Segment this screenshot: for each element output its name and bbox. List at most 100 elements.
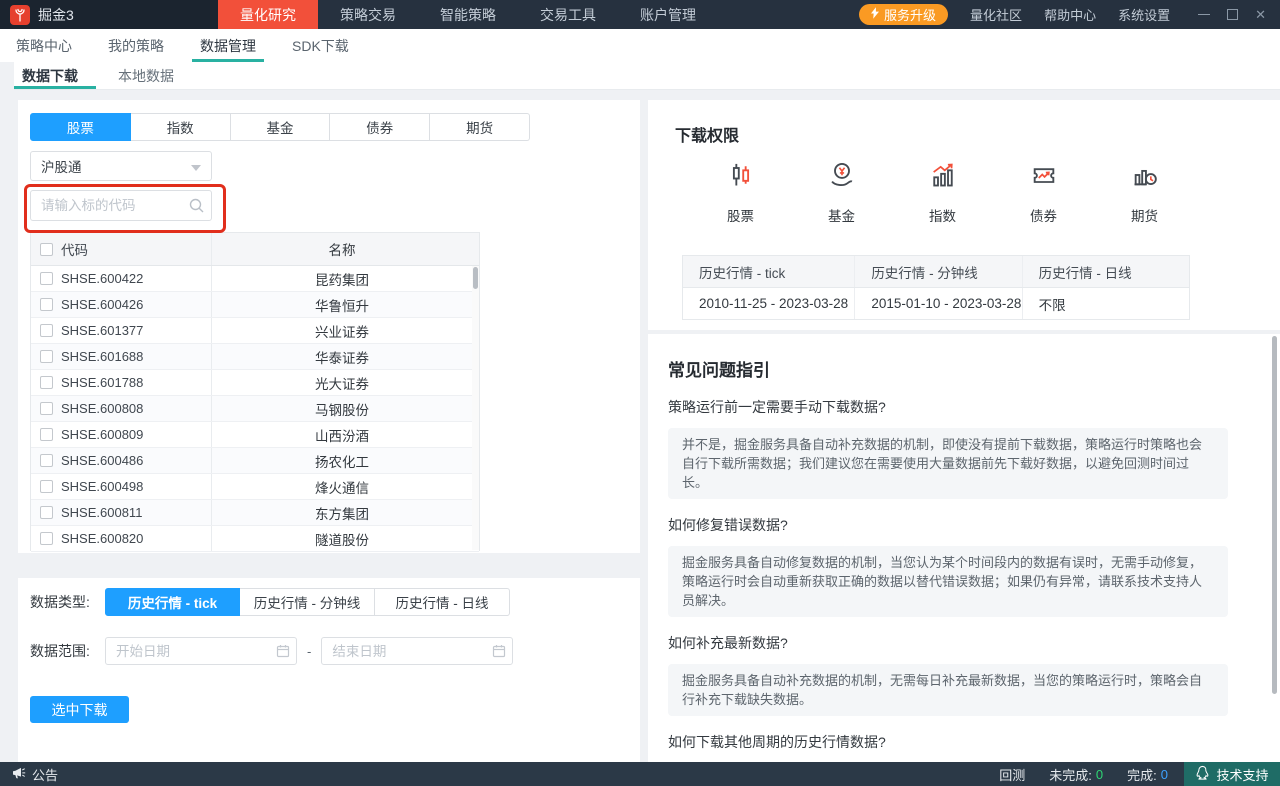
faq-question: 如何补充最新数据? [668,633,1228,653]
download-selected-button[interactable]: 选中下载 [30,696,129,723]
perm-value-cell: 不限 [1022,288,1189,319]
table-row[interactable]: SHSE.600809山西汾酒 [31,422,479,448]
table-row[interactable]: SHSE.601688华泰证券 [31,344,479,370]
asset-tab-2[interactable]: 指数 [131,113,231,141]
table-row[interactable]: SHSE.600811东方集团 [31,500,479,526]
table-row[interactable]: SHSE.600498烽火通信 [31,474,479,500]
permissions-title: 下载权限 [675,122,739,146]
titlebar-link-1[interactable]: 量化社区 [970,5,1022,24]
maximize-button[interactable] [1227,9,1238,20]
menu-item-5[interactable]: 账户管理 [618,0,718,29]
permission-category: 债券 [993,158,1094,225]
row-name: 光大证券 [211,370,472,395]
row-checkbox[interactable] [40,298,53,311]
table-row[interactable]: SHSE.600820隧道股份 [31,526,479,552]
category-icons-row: 股票基金指数债券期货 [690,158,1195,225]
row-checkbox-cell [31,298,61,311]
date-range-label: 数据范围: [30,641,105,661]
select-all-checkbox[interactable] [40,243,53,256]
asset-tab-4[interactable]: 债券 [330,113,430,141]
row-checkbox[interactable] [40,350,53,363]
range-separator: - [307,644,311,659]
titlebar: 掘金3 量化研究策略交易智能策略交易工具账户管理 服务升级 量化社区帮助中心系统… [0,0,1280,29]
table-row[interactable]: SHSE.600426华鲁恒升 [31,292,479,318]
asset-tab-1[interactable]: 股票 [30,113,131,141]
data-type-row: 数据类型: 历史行情 - tick历史行情 - 分钟线历史行情 - 日线 [30,588,510,616]
complete-label: 完成: [1127,765,1157,784]
row-checkbox[interactable] [40,376,53,389]
titlebar-link-2[interactable]: 帮助中心 [1044,5,1096,24]
tech-support-label: 技术支持 [1216,765,1268,784]
titlebar-link-3[interactable]: 系统设置 [1118,5,1170,24]
menu-item-1[interactable]: 量化研究 [218,0,318,29]
nav-item-2[interactable]: 我的策略 [100,29,172,62]
row-checkbox-cell [31,480,61,493]
end-date-input[interactable] [321,637,513,665]
subtab-2[interactable]: 本地数据 [100,62,192,89]
sub-tabs: 数据下载本地数据 [0,62,1280,90]
window-controls: ✕ [1198,8,1266,21]
minimize-button[interactable] [1198,14,1210,15]
menu-item-2[interactable]: 策略交易 [318,0,418,29]
code-column-header: 代码 [61,239,211,259]
nav-item-4[interactable]: SDK下载 [284,29,357,62]
asset-tab-5[interactable]: 期货 [430,113,530,141]
table-scrollbar-thumb[interactable] [473,267,478,289]
row-checkbox-cell [31,402,61,415]
perm-value-cell: 2015-01-10 - 2023-03-28 [854,288,1021,319]
table-row[interactable]: SHSE.600808马钢股份 [31,396,479,422]
asset-tab-3[interactable]: 基金 [231,113,331,141]
row-checkbox[interactable] [40,402,53,415]
row-checkbox[interactable] [40,272,53,285]
data-type-option-2[interactable]: 历史行情 - 分钟线 [240,588,375,616]
table-row[interactable]: SHSE.601788光大证券 [31,370,479,396]
row-checkbox[interactable] [40,532,53,545]
row-name: 昆药集团 [211,266,472,291]
name-column-header: 名称 [211,233,472,265]
row-name: 扬农化工 [211,448,472,473]
tech-support-button[interactable]: 技术支持 [1184,762,1280,786]
menu-item-4[interactable]: 交易工具 [518,0,618,29]
symbol-search-input[interactable] [30,190,212,221]
row-checkbox[interactable] [40,428,53,441]
chevron-down-icon [191,159,201,174]
end-date-field [321,637,513,665]
row-checkbox[interactable] [40,506,53,519]
table-row[interactable]: SHSE.600422昆药集团 [31,266,479,292]
table-row[interactable]: SHSE.600486扬农化工 [31,448,479,474]
row-checkbox[interactable] [40,454,53,467]
market-select-value: 沪股通 [41,156,82,176]
row-code: SHSE.600820 [61,531,211,546]
nav-item-3[interactable]: 数据管理 [192,29,264,62]
market-select[interactable]: 沪股通 [30,151,212,181]
row-checkbox-cell [31,506,61,519]
candlestick-icon [727,158,755,192]
section-nav: 策略中心我的策略数据管理 SDK下载 [0,29,1280,62]
row-code: SHSE.600426 [61,297,211,312]
data-type-option-3[interactable]: 历史行情 - 日线 [375,588,510,616]
close-button[interactable]: ✕ [1255,8,1266,21]
faq-question: 策略运行前一定需要手动下载数据? [668,397,1228,417]
row-checkbox[interactable] [40,480,53,493]
statusbar: 公告 回测 未完成: 0 完成: 0 技术支持 [0,762,1280,786]
row-code: SHSE.601377 [61,323,211,338]
start-date-input[interactable] [105,637,297,665]
row-checkbox[interactable] [40,324,53,337]
faq-scrollbar-thumb[interactable] [1272,336,1277,694]
table-row[interactable]: SHSE.601377兴业证券 [31,318,479,344]
nav-item-1[interactable]: 策略中心 [8,29,80,62]
calendar-icon [492,644,506,663]
faq-answer: 并不是，掘金服务具备自动补充数据的机制，即使没有提前下载数据，策略运行时策略也会… [668,428,1228,499]
qq-icon [1195,765,1210,784]
permission-category: 指数 [892,158,993,225]
subtab-1[interactable]: 数据下载 [4,62,96,89]
faq-scrollbar [1271,336,1278,760]
perm-header-cell: 历史行情 - 分钟线 [854,256,1021,287]
service-upgrade-button[interactable]: 服务升级 [859,4,948,25]
menu-item-3[interactable]: 智能策略 [418,0,518,29]
announcement[interactable]: 公告 [12,765,58,784]
select-all-cell [31,243,61,256]
data-type-option-1[interactable]: 历史行情 - tick [105,588,240,616]
row-checkbox-cell [31,454,61,467]
index-chart-icon [929,158,957,192]
